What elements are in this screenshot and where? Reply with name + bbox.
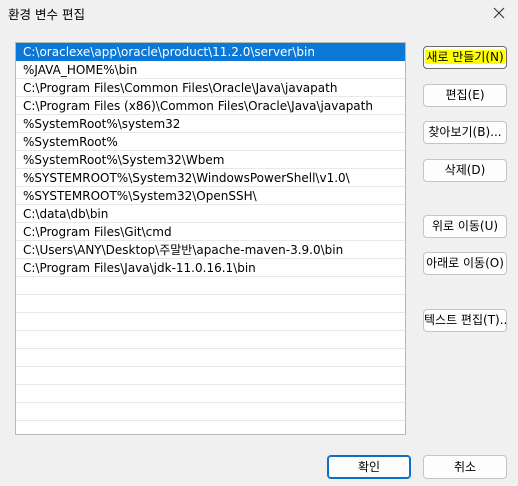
path-list-item[interactable] [16,349,405,367]
path-list-item[interactable]: C:\Program Files\Git\cmd [16,223,405,241]
cancel-button[interactable]: 취소 [423,455,507,479]
edit-button[interactable]: 편집(E) [423,84,507,107]
path-list[interactable]: C:\oraclexe\app\oracle\product\11.2.0\se… [15,42,406,435]
path-list-item[interactable]: %JAVA_HOME%\bin [16,61,405,79]
path-list-item[interactable] [16,385,405,403]
title-bar: 환경 변수 편집 [0,0,518,26]
path-list-item[interactable]: C:\Users\ANY\Desktop\주말반\apache-maven-3.… [16,241,405,259]
path-list-item[interactable]: %SystemRoot% [16,133,405,151]
path-list-item[interactable]: %SYSTEMROOT%\System32\OpenSSH\ [16,187,405,205]
path-list-item[interactable]: C:\Program Files (x86)\Common Files\Orac… [16,97,405,115]
window-title: 환경 변수 편집 [8,7,85,22]
ok-button[interactable]: 확인 [327,455,411,479]
path-list-item[interactable] [16,367,405,385]
path-list-item[interactable] [16,403,405,421]
path-list-item[interactable] [16,313,405,331]
path-list-item[interactable]: %SystemRoot%\System32\Wbem [16,151,405,169]
path-list-item[interactable] [16,277,405,295]
path-list-item[interactable] [16,295,405,313]
close-icon [493,7,505,19]
delete-button[interactable]: 삭제(D) [423,159,507,182]
new-button-label: 새로 만들기(N) [425,50,505,64]
path-list-item[interactable]: C:\Program Files\Common Files\Oracle\Jav… [16,79,405,97]
move-up-button[interactable]: 위로 이동(U) [423,215,507,238]
move-down-button[interactable]: 아래로 이동(O) [423,252,507,275]
path-list-item[interactable] [16,331,405,349]
edit-text-button[interactable]: 텍스트 편집(T)... [423,309,507,332]
path-list-item[interactable]: C:\Program Files\Java\jdk-11.0.16.1\bin [16,259,405,277]
browse-button[interactable]: 찾아보기(B)... [423,121,507,144]
path-list-item[interactable]: %SystemRoot%\system32 [16,115,405,133]
new-button[interactable]: 새로 만들기(N) [423,46,507,69]
path-list-item[interactable]: C:\oraclexe\app\oracle\product\11.2.0\se… [16,43,405,61]
close-button[interactable] [488,2,510,24]
path-list-item[interactable]: C:\data\db\bin [16,205,405,223]
path-list-item[interactable]: %SYSTEMROOT%\System32\WindowsPowerShell\… [16,169,405,187]
